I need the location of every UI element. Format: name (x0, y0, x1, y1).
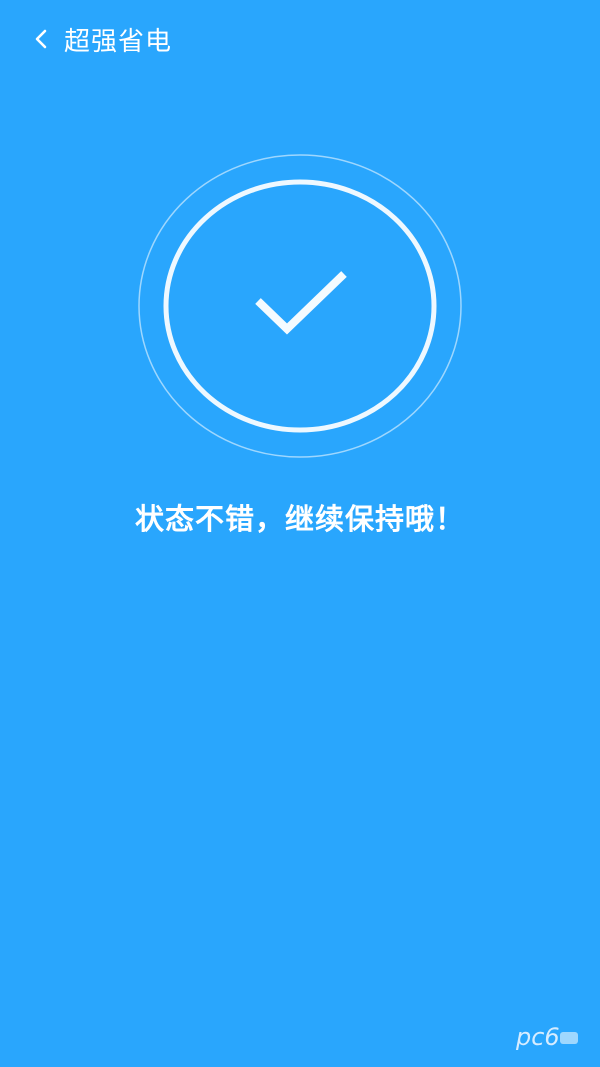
watermark-badge (560, 1032, 578, 1044)
top-bar: 超强省电 (0, 0, 600, 78)
status-message: 状态不错，继续保持哦！ (134, 502, 465, 536)
status-ring-graphic (138, 154, 462, 458)
outer-ring (138, 154, 462, 458)
check-icon (255, 271, 347, 335)
watermark-text: pc6 (515, 1023, 560, 1051)
chevron-left-icon (35, 29, 47, 49)
back-button[interactable] (12, 0, 72, 78)
inner-ring (163, 179, 437, 433)
watermark-logo: pc6 (515, 1023, 578, 1051)
page-title: 超强省电 (64, 26, 173, 57)
